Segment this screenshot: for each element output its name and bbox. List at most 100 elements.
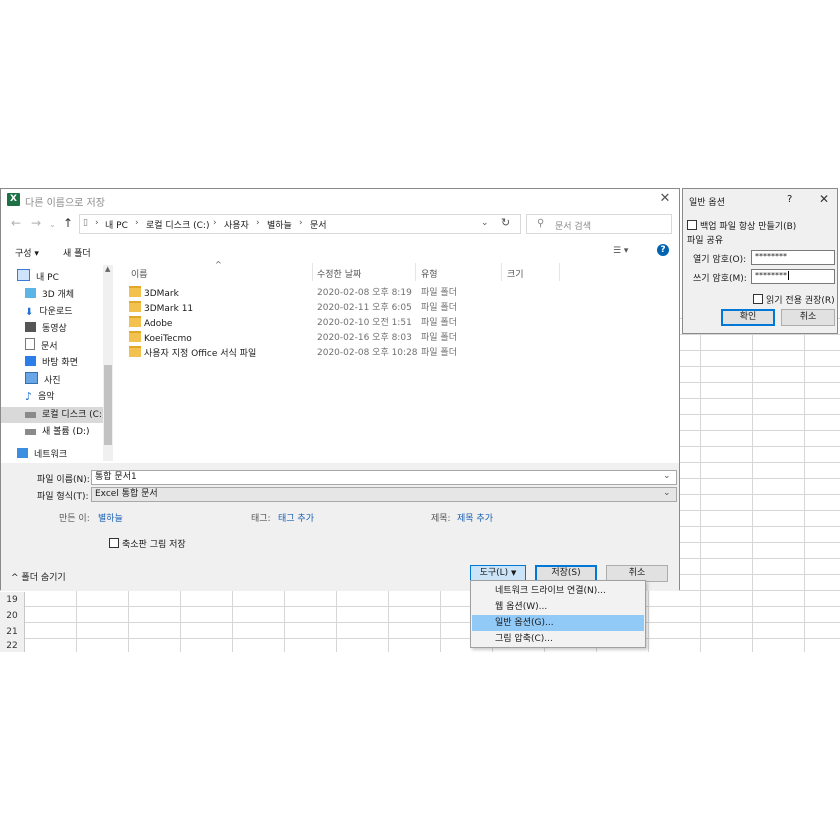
file-type: 파일 폴더 [421,303,457,313]
thumbnail-label: 축소판 그림 저장 [122,540,186,550]
file-name: 3DMark [144,289,179,299]
organize-label: 구성 [15,249,32,259]
sidebar-item-pc[interactable]: 내 PC [17,269,59,285]
chevron-right-icon: › [95,218,99,228]
help-icon[interactable]: ? [657,244,669,256]
forward-arrow-icon[interactable]: → [31,216,41,230]
dialog-title: 다른 이름으로 저장 [25,198,105,209]
row-number[interactable]: 21 [0,624,25,640]
breadcrumb-item[interactable]: 로컬 디스크 (C:) [146,218,209,231]
breadcrumb-item[interactable]: 별하늘 [267,218,292,231]
sidebar-item-label: 바탕 화면 [42,358,78,368]
close-icon[interactable]: ✕ [657,191,673,207]
excel-icon: X [7,193,20,206]
view-options-icon[interactable]: ☰ ▾ [613,246,628,256]
sidebar-item-music[interactable]: ♪ 음악 [25,389,55,405]
refresh-icon[interactable]: ↻ [501,216,510,229]
row-number[interactable]: 20 [0,608,25,624]
sidebar-item-local-disk[interactable]: 로컬 디스크 (C:) [1,407,106,423]
sidebar-item-label: 다운로드 [39,307,73,317]
pc-icon [17,269,30,281]
sidebar-item-pictures[interactable]: 사진 [25,372,61,388]
chevron-right-icon: › [213,218,217,228]
title-value[interactable]: 제목 추가 [457,511,493,524]
scroll-up-arrow-icon[interactable]: ▲ [105,265,110,273]
back-arrow-icon[interactable]: ← [11,216,21,230]
general-options-dialog: 일반 옵션 ? ✕ 백업 파일 항상 만들기(B) 파일 공유 열기 암호(O)… [682,188,838,334]
breadcrumb-item[interactable]: 문서 [310,218,327,231]
cube-icon [25,288,36,298]
tools-label: 도구(L) [479,568,509,578]
sidebar-item-desktop[interactable]: 바탕 화면 [25,355,78,371]
search-icon: ⚲ [537,218,545,229]
ok-button[interactable]: 확인 [721,309,775,326]
author-label: 만든 이: [59,514,90,524]
new-folder-button[interactable]: 새 폴더 [63,246,91,259]
title-label: 제목: [431,514,451,524]
row-number[interactable]: 22 [0,640,25,652]
menu-item-compress-pictures[interactable]: 그림 압축(C)... [472,631,644,647]
readonly-checkbox[interactable]: 읽기 전용 권장(R) [753,293,835,306]
sidebar-item-documents[interactable]: 문서 [25,338,58,354]
file-row[interactable]: 사용자 지정 Office 서식 파일 [129,346,256,361]
sidebar-item-label: 3D 개체 [42,290,75,300]
author-value[interactable]: 별하늘 [98,511,123,524]
column-header-size[interactable]: 크기 [507,267,524,280]
sidebar-item-label: 문서 [41,342,58,352]
chevron-up-icon: ^ [11,573,19,583]
sidebar-scroll-thumb[interactable] [104,365,112,445]
sidebar-item-label: 내 PC [36,273,59,283]
chevron-down-icon[interactable]: ⌄ [663,488,671,498]
sidebar-item-downloads[interactable]: ⬇ 다운로드 [25,304,73,320]
sidebar-item-videos[interactable]: 동영상 [25,321,67,337]
chevron-down-icon[interactable]: ⌄ [481,218,489,228]
filename-input[interactable]: 통합 문서1 [91,470,677,485]
sidebar-item-label: 네트워크 [34,450,68,460]
navigation-pane: 내 PC 3D 개체 ⬇ 다운로드 동영상 문서 바탕 화면 사진 ♪ 음악 로컬 … [1,265,113,461]
breadcrumb-item[interactable]: 사용자 [224,218,249,231]
chevron-right-icon: › [299,218,303,228]
file-row[interactable]: KoeiTecmo [129,331,192,346]
menu-item-map-network-drive[interactable]: 네트워크 드라이브 연결(N)... [472,583,644,599]
search-box[interactable]: ⚲ 문서 검색 [526,214,672,234]
address-pc-icon: ▯ [83,218,88,228]
folder-icon [129,316,141,327]
column-header-date[interactable]: 수정한 날짜 [317,267,361,280]
thumbnail-checkbox[interactable]: 축소판 그림 저장 [109,537,186,550]
sidebar-item-label: 로컬 디스크 (C:) [42,410,106,420]
breadcrumb-item[interactable]: 내 PC [105,218,128,231]
recent-chevron-icon[interactable]: ⌄ [49,220,56,229]
file-type: 파일 폴더 [421,318,457,328]
download-icon: ⬇ [25,307,34,318]
filetype-label: 파일 형식(T): [37,492,89,502]
sidebar-item-3d-objects[interactable]: 3D 개체 [25,287,74,303]
file-row[interactable]: 3DMark 11 [129,301,193,316]
write-password-input[interactable]: ******** [751,269,835,284]
column-header-type[interactable]: 유형 [421,267,438,280]
tags-value[interactable]: 태그 추가 [278,511,314,524]
backup-label: 백업 파일 항상 만들기(B) [700,222,797,232]
open-password-label: 열기 암호(O): [693,255,747,265]
row-number[interactable]: 19 [0,592,25,608]
filetype-select[interactable]: Excel 통합 문서 [91,487,677,502]
general-options-cancel-button[interactable]: 취소 [781,309,835,326]
open-password-input[interactable]: ******** [751,250,835,265]
dialog-titlebar: X 다른 이름으로 저장 ✕ [1,189,679,211]
sidebar-item-new-volume[interactable]: 새 볼륨 (D:) [25,424,90,440]
menu-item-web-options[interactable]: 웹 옵션(W)... [472,599,644,615]
file-name: 사용자 지정 Office 서식 파일 [144,349,257,359]
up-arrow-icon[interactable]: ↑ [63,216,73,230]
file-row[interactable]: Adobe [129,316,172,331]
close-icon[interactable]: ✕ [819,192,829,206]
folder-icon [129,286,141,297]
file-row[interactable]: 3DMark [129,286,179,301]
help-button[interactable]: ? [787,194,792,205]
organize-button[interactable]: 구성 ▾ [15,246,39,259]
chevron-down-icon[interactable]: ⌄ [663,471,671,481]
column-header-name[interactable]: 이름 [131,267,148,280]
menu-item-general-options[interactable]: 일반 옵션(G)... [472,615,644,631]
hide-folders-button[interactable]: ^ 폴더 숨기기 [11,570,66,583]
sidebar-item-network[interactable]: 네트워크 [17,447,67,463]
save-as-dialog: X 다른 이름으로 저장 ✕ ← → ⌄ ↑ ▯ › 내 PC › 로컬 디스크… [0,188,680,591]
backup-checkbox[interactable]: 백업 파일 항상 만들기(B) [687,219,796,232]
